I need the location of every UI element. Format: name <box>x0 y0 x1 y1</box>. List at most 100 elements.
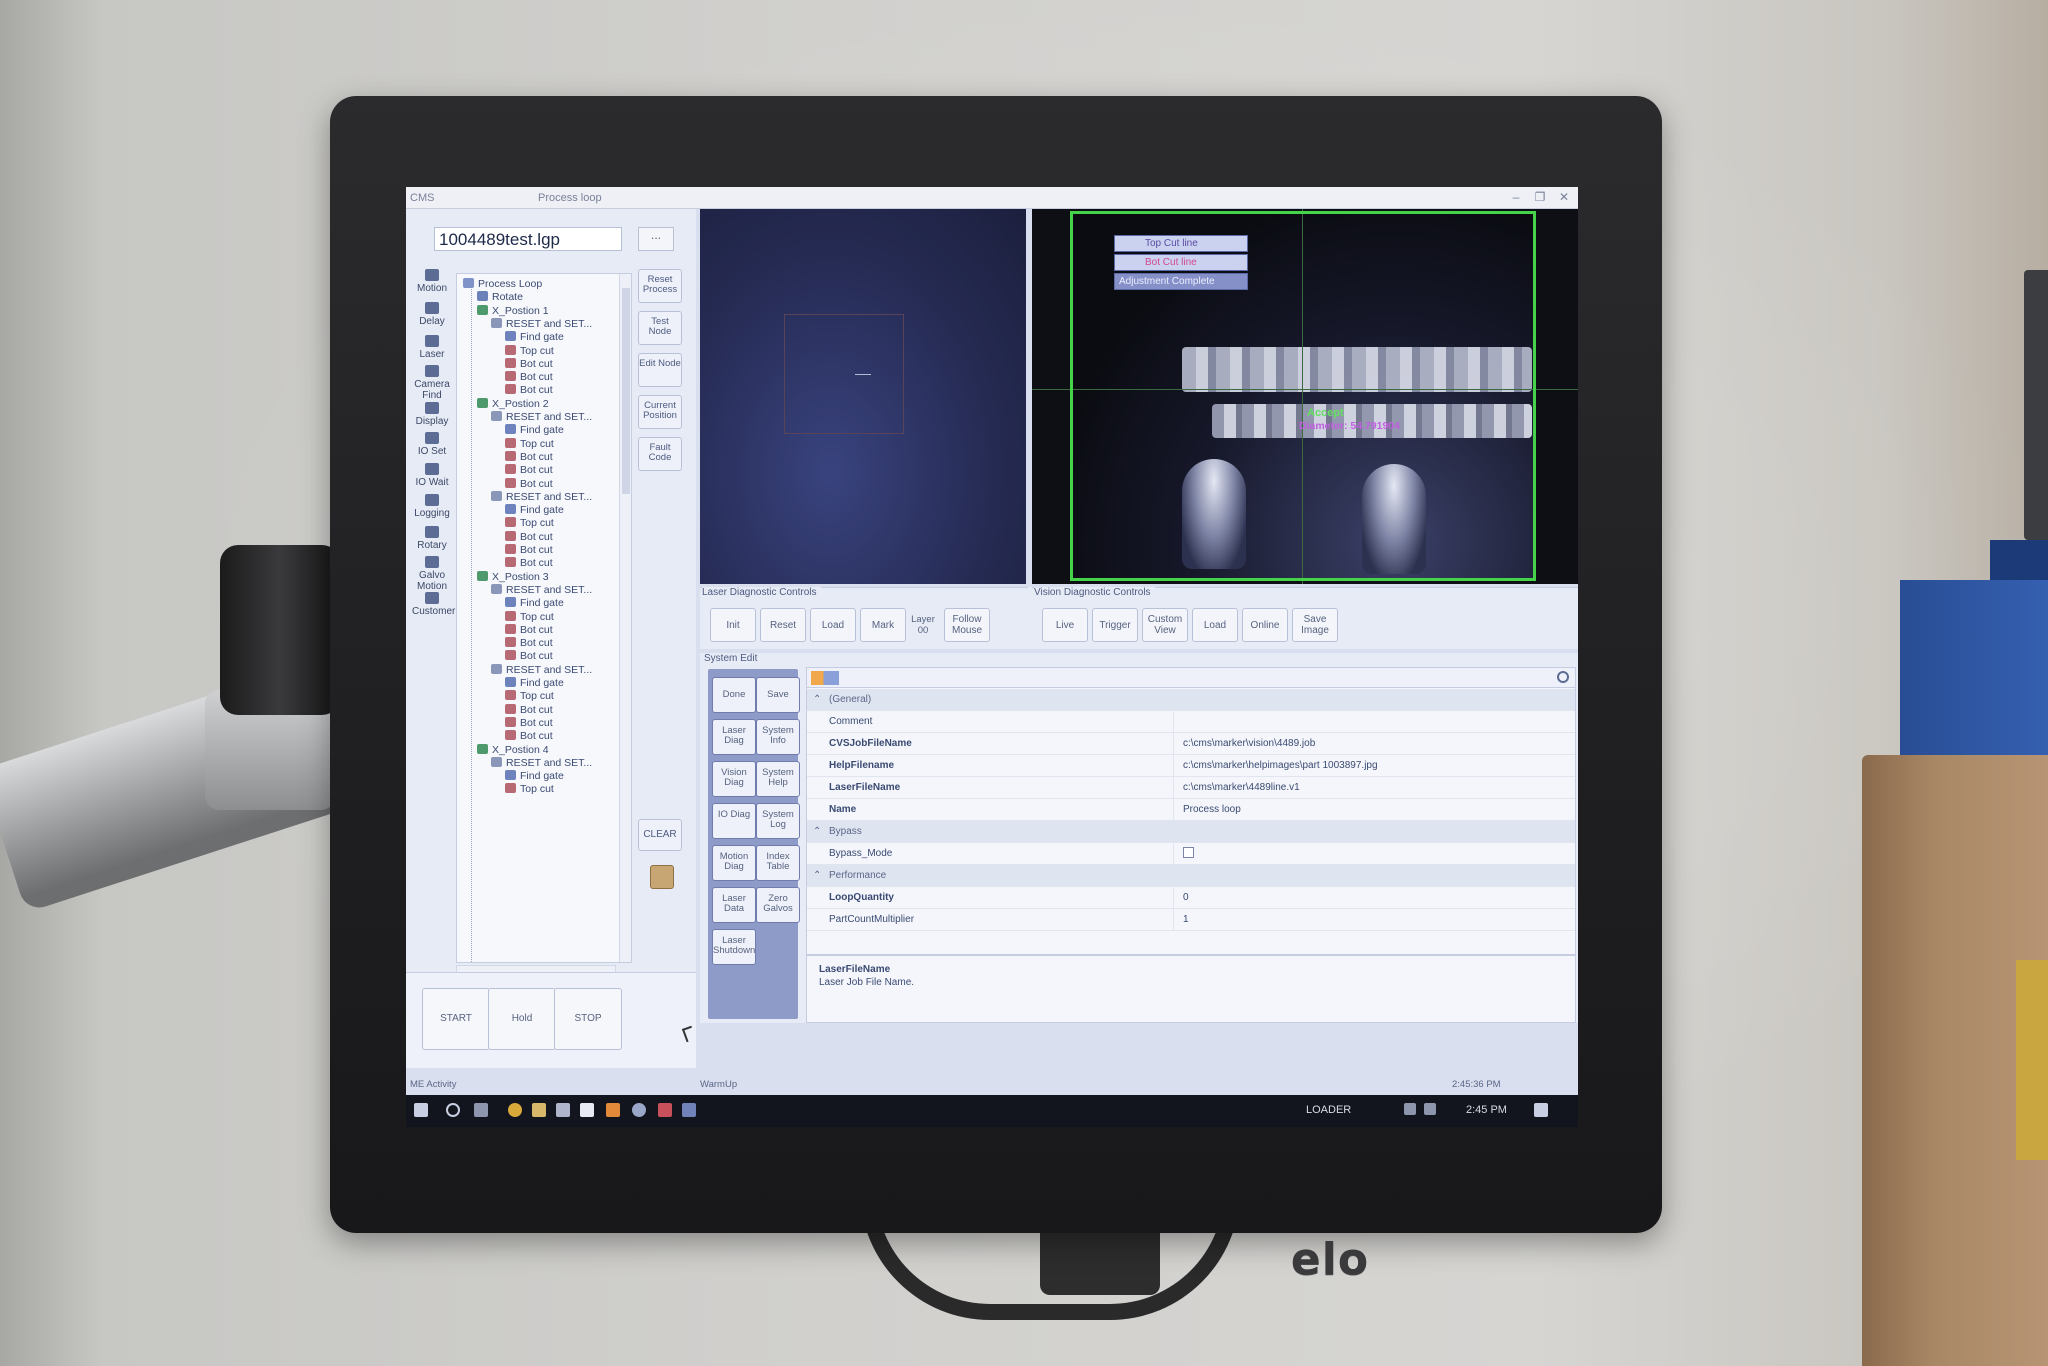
property-row[interactable]: CVSJobFileName c:\cms\marker\vision\4489.… <box>807 733 1575 755</box>
adjustment-complete-label[interactable]: Adjustment Complete <box>1114 273 1248 290</box>
task-view-icon[interactable] <box>474 1103 488 1117</box>
save-image-button[interactable]: Save Image <box>1292 608 1338 642</box>
system-log-button[interactable]: System Log <box>756 803 800 839</box>
laser-data-button[interactable]: Laser Data <box>712 887 756 923</box>
collapse-icon[interactable]: ⌃ <box>813 689 821 711</box>
property-value[interactable]: 1 <box>1183 909 1189 931</box>
property-row[interactable]: Name Process loop <box>807 799 1575 821</box>
property-category[interactable]: ⌃ (General) <box>807 689 1575 711</box>
tool-laser[interactable]: Laser <box>412 335 452 360</box>
start-menu-icon[interactable] <box>414 1103 428 1117</box>
property-row[interactable]: Comment <box>807 711 1575 733</box>
tool-camera-find[interactable]: Camera Find <box>412 365 452 401</box>
laser-shutdown-button[interactable]: Laser Shutdown <box>712 929 756 965</box>
start-button[interactable]: START <box>422 988 490 1050</box>
tool-display[interactable]: Display <box>412 402 452 427</box>
restore-button[interactable]: ❐ <box>1530 190 1550 204</box>
collapse-icon[interactable]: ⌃ <box>813 865 821 887</box>
vision-diag-button[interactable]: Vision Diag <box>712 761 756 797</box>
tree-node[interactable]: Top cut <box>505 781 554 797</box>
save-button[interactable]: Save <box>756 677 800 713</box>
custom-view-button[interactable]: Custom View <box>1142 608 1188 642</box>
follow-mouse-button[interactable]: Follow Mouse <box>944 608 990 642</box>
collapse-icon[interactable]: ⌃ <box>813 821 821 843</box>
search-icon[interactable] <box>1557 671 1569 683</box>
file-name-field[interactable]: 1004489test.lgp <box>434 227 622 251</box>
tool-motion[interactable]: Motion <box>412 269 452 294</box>
vision-online-button[interactable]: Online <box>1242 608 1288 642</box>
property-value[interactable]: 0 <box>1183 887 1189 909</box>
vision-camera-view[interactable]: Top Cut line Bot Cut line Adjustment Com… <box>1032 209 1578 584</box>
laser-preview[interactable] <box>700 209 1026 584</box>
tree-node-label: Top cut <box>520 517 554 530</box>
hold-button[interactable]: Hold <box>488 988 556 1050</box>
stop-button[interactable]: STOP <box>554 988 622 1050</box>
motion-diag-button[interactable]: Motion Diag <box>712 845 756 881</box>
property-value[interactable]: c:\cms\marker\4489line.v1 <box>1183 777 1300 799</box>
property-value[interactable]: c:\cms\marker\vision\4489.job <box>1183 733 1315 755</box>
laser-reset-button[interactable]: Reset <box>760 608 806 642</box>
tool-rotary[interactable]: Rotary <box>412 526 452 551</box>
top-cut-line-label[interactable]: Top Cut line <box>1114 235 1248 252</box>
vision-live-button[interactable]: Live <box>1042 608 1088 642</box>
property-row[interactable]: HelpFilename c:\cms\marker\helpimages\par… <box>807 755 1575 777</box>
tool-io-wait[interactable]: IO Wait <box>412 463 452 488</box>
done-button[interactable]: Done <box>712 677 756 713</box>
volume-icon[interactable] <box>1424 1103 1436 1115</box>
xpos-node-icon <box>477 570 488 581</box>
edit-node-button[interactable]: Edit Node <box>638 353 682 387</box>
calculator-icon[interactable] <box>556 1103 570 1117</box>
test-node-button[interactable]: Test Node <box>638 311 682 345</box>
property-category[interactable]: ⌃ Bypass <box>807 821 1575 843</box>
laser-init-button[interactable]: Init <box>710 608 756 642</box>
app-icon-4[interactable] <box>682 1103 696 1117</box>
minimize-button[interactable]: – <box>1506 190 1526 204</box>
tool-customer[interactable]: Customer <box>412 592 455 617</box>
property-row[interactable]: PartCountMultiplier 1 <box>807 909 1575 931</box>
vision-trigger-button[interactable]: Trigger <box>1092 608 1138 642</box>
notifications-icon[interactable] <box>1534 1103 1548 1117</box>
laser-load-button[interactable]: Load <box>810 608 856 642</box>
fault-code-button[interactable]: Fault Code <box>638 437 682 471</box>
tool-delay[interactable]: Delay <box>412 302 452 327</box>
io-diag-button[interactable]: IO Diag <box>712 803 756 839</box>
property-row[interactable]: LaserFileName c:\cms\marker\4489line.v1 <box>807 777 1575 799</box>
current-position-button[interactable]: Current Position <box>638 395 682 429</box>
index-table-button[interactable]: Index Table <box>756 845 800 881</box>
property-value[interactable]: c:\cms\marker\helpimages\part 1003897.jp… <box>1183 755 1378 777</box>
app-icon-2[interactable] <box>632 1103 646 1117</box>
property-value[interactable]: Process loop <box>1183 799 1241 821</box>
explorer-icon[interactable] <box>532 1103 546 1117</box>
bypass-mode-checkbox[interactable] <box>1183 843 1194 865</box>
tree-scroll-thumb[interactable] <box>622 288 630 494</box>
cortana-icon[interactable] <box>446 1103 460 1117</box>
property-row[interactable]: LoopQuantity 0 <box>807 887 1575 909</box>
recycle-icon[interactable] <box>650 865 674 889</box>
network-icon[interactable] <box>1404 1103 1416 1115</box>
tool-logging[interactable]: Logging <box>412 494 452 519</box>
chrome-icon[interactable] <box>508 1103 522 1117</box>
laser-diag-button[interactable]: Laser Diag <box>712 719 756 755</box>
tree-scrollbar[interactable] <box>619 274 631 962</box>
browse-button[interactable]: ... <box>638 227 674 251</box>
vision-load-button[interactable]: Load <box>1192 608 1238 642</box>
tool-galvo-motion[interactable]: Galvo Motion <box>412 556 452 592</box>
app-icon-3[interactable] <box>658 1103 672 1117</box>
close-button[interactable]: ✕ <box>1554 190 1574 204</box>
clear-button[interactable]: CLEAR <box>638 819 682 851</box>
system-help-button[interactable]: System Help <box>756 761 800 797</box>
property-category[interactable]: ⌃ Performance <box>807 865 1575 887</box>
tool-io-set[interactable]: IO Set <box>412 432 452 457</box>
sort-icon[interactable] <box>811 671 839 685</box>
bot-cut-line-label[interactable]: Bot Cut line <box>1114 254 1248 271</box>
system-info-button[interactable]: System Info <box>756 719 800 755</box>
column-divider <box>1173 909 1174 931</box>
reset-process-button[interactable]: Reset Process <box>638 269 682 303</box>
layer-selector[interactable]: Layer 00 <box>908 608 938 642</box>
app-icon-1[interactable] <box>606 1103 620 1117</box>
document-icon[interactable] <box>580 1103 594 1117</box>
property-row[interactable]: Bypass_Mode <box>807 843 1575 865</box>
laser-mark-button[interactable]: Mark <box>860 608 906 642</box>
zero-galvos-button[interactable]: Zero Galvos <box>756 887 800 923</box>
checkbox-icon[interactable] <box>1183 847 1194 858</box>
